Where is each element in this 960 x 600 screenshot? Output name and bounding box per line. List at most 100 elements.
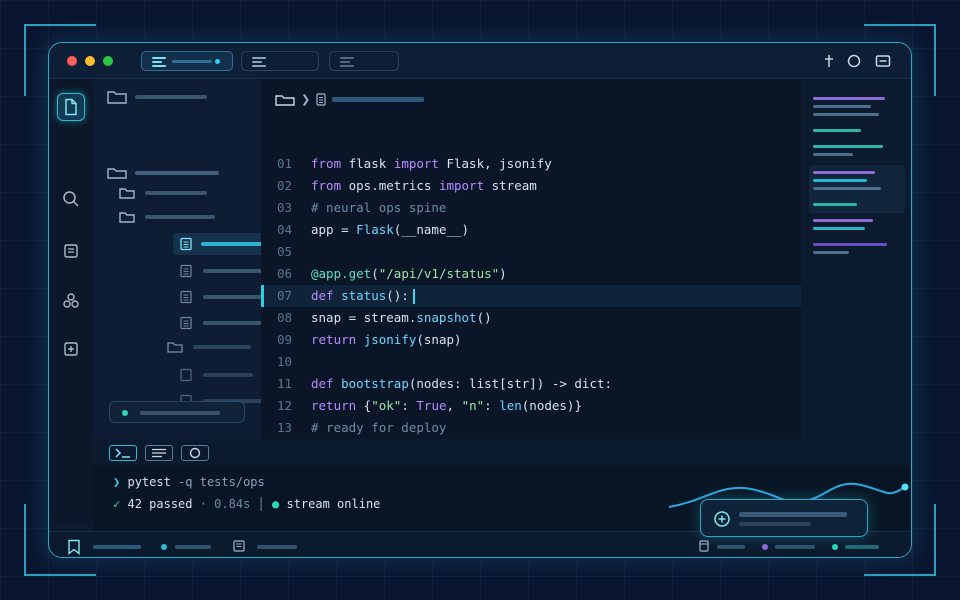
line-number: 10 bbox=[277, 354, 293, 369]
code-token: "n" bbox=[461, 398, 485, 413]
tab-lines-icon bbox=[152, 57, 166, 69]
minimap-line bbox=[813, 171, 875, 174]
minimap-line bbox=[813, 97, 885, 100]
minimap[interactable] bbox=[801, 79, 911, 439]
document-icon[interactable] bbox=[233, 540, 245, 552]
close-window-button[interactable] bbox=[67, 56, 77, 66]
folder-label bbox=[145, 215, 215, 219]
code-lines[interactable]: 01 from flask import Flask, jsonify 02 from… bbox=[261, 153, 801, 461]
tab-lines-icon bbox=[340, 57, 354, 69]
file-explorer bbox=[93, 79, 309, 465]
card-title bbox=[739, 512, 847, 517]
git-status-pill[interactable] bbox=[109, 401, 245, 423]
code-token: return bbox=[311, 398, 357, 413]
minimap-line bbox=[813, 105, 871, 108]
tab-terminal[interactable] bbox=[109, 445, 137, 461]
line-number: 04 bbox=[277, 222, 293, 237]
status-label bbox=[140, 411, 220, 415]
tab-problems[interactable] bbox=[181, 445, 209, 461]
sync-label bbox=[175, 545, 211, 549]
code-line[interactable]: 04 app = Flask(__name__) bbox=[261, 219, 801, 241]
code-line[interactable]: 02 from ops.metrics import stream bbox=[261, 175, 801, 197]
add-panel-button[interactable] bbox=[57, 335, 85, 363]
explorer-button[interactable] bbox=[57, 93, 85, 121]
code-line[interactable]: 08 snap = stream.snapshot() bbox=[261, 307, 801, 329]
code-token: import bbox=[438, 178, 485, 193]
code-line[interactable]: 01 from flask import Flask, jsonify bbox=[261, 153, 801, 175]
language-label bbox=[775, 545, 815, 549]
circle-icon[interactable] bbox=[846, 53, 862, 69]
code-token: status bbox=[341, 288, 387, 303]
code-token: : bbox=[484, 398, 500, 413]
folder-item[interactable] bbox=[107, 165, 219, 181]
code-line[interactable]: 07 def status(): bbox=[261, 285, 801, 307]
file-icon[interactable] bbox=[699, 540, 709, 552]
code-token: () bbox=[476, 310, 492, 325]
code-line[interactable]: 06 @app.get("/api/v1/status") bbox=[261, 263, 801, 285]
branch-label[interactable] bbox=[93, 545, 141, 549]
breadcrumb-file-label[interactable] bbox=[332, 97, 425, 102]
line-number: 13 bbox=[277, 420, 293, 435]
search-button[interactable] bbox=[57, 185, 85, 213]
minimize-window-button[interactable] bbox=[85, 56, 95, 66]
code-editor[interactable]: ❯ 01 from flask import Flask, jsonify 02 fr… bbox=[261, 79, 801, 457]
code-token: snapshot bbox=[416, 310, 477, 325]
new-action-card[interactable] bbox=[700, 499, 868, 537]
chevron-right-icon: ❯ bbox=[301, 93, 311, 106]
bookmark-icon[interactable] bbox=[67, 539, 81, 555]
pin-icon[interactable] bbox=[821, 53, 837, 69]
status-dot bbox=[122, 410, 128, 416]
tab-output[interactable] bbox=[145, 445, 173, 461]
code-token: "/api/v1/status" bbox=[378, 266, 500, 281]
terminal-icon bbox=[115, 448, 130, 458]
code-text: snap = stream.snapshot() bbox=[311, 307, 492, 329]
folder-item[interactable] bbox=[167, 339, 251, 355]
check-icon: ✓ bbox=[113, 497, 121, 511]
code-text: app = Flask(__name__) bbox=[311, 219, 469, 241]
folder-item[interactable] bbox=[119, 209, 215, 225]
file-icon bbox=[316, 93, 326, 106]
file-item[interactable] bbox=[179, 289, 267, 305]
file-icon bbox=[180, 368, 192, 382]
code-line[interactable]: 13 # ready for deploy bbox=[261, 417, 801, 439]
stream-status: stream online bbox=[286, 497, 381, 511]
text-cursor bbox=[412, 289, 415, 304]
code-token: flask bbox=[341, 156, 394, 171]
folder-item[interactable] bbox=[119, 185, 207, 201]
code-token: (nodes)} bbox=[521, 398, 582, 413]
minimap-line bbox=[813, 243, 887, 246]
outline-button[interactable] bbox=[57, 237, 85, 265]
maximize-window-button[interactable] bbox=[103, 56, 113, 66]
circle-icon bbox=[189, 447, 201, 459]
line-number: 08 bbox=[277, 310, 293, 325]
code-token: (__name__) bbox=[393, 222, 470, 237]
code-line[interactable]: 09 return jsonify(snap) bbox=[261, 329, 801, 351]
code-line[interactable]: 05 bbox=[261, 241, 801, 263]
file-label bbox=[203, 373, 253, 377]
file-item[interactable] bbox=[179, 367, 253, 383]
file-item[interactable] bbox=[179, 263, 267, 279]
code-text: def status(): bbox=[311, 285, 415, 307]
code-token: @app.get bbox=[311, 266, 372, 281]
code-line[interactable]: 03 # neural ops spine bbox=[261, 197, 801, 219]
minimap-line bbox=[813, 153, 853, 156]
code-line[interactable]: 12 return {"ok": True, "n": len(nodes)} bbox=[261, 395, 801, 417]
panel-icon[interactable] bbox=[875, 53, 891, 69]
code-token: ( bbox=[371, 266, 379, 281]
code-line[interactable]: 10 bbox=[261, 351, 801, 373]
command: pytest bbox=[127, 475, 171, 489]
code-line[interactable]: 11 def bootstrap(nodes: list[str]) -> dic… bbox=[261, 373, 801, 395]
tab-1[interactable] bbox=[141, 51, 233, 71]
extensions-button[interactable] bbox=[57, 287, 85, 315]
plus-circle-icon bbox=[714, 511, 730, 527]
code-token: jsonify bbox=[363, 332, 417, 347]
tab-2[interactable] bbox=[241, 51, 319, 71]
tab-label-placeholder bbox=[172, 60, 212, 63]
extensions-icon bbox=[63, 293, 79, 308]
file-icon bbox=[180, 264, 192, 278]
code-token: "ok" bbox=[371, 398, 402, 413]
tab-3[interactable] bbox=[329, 51, 399, 71]
file-label bbox=[203, 295, 267, 299]
